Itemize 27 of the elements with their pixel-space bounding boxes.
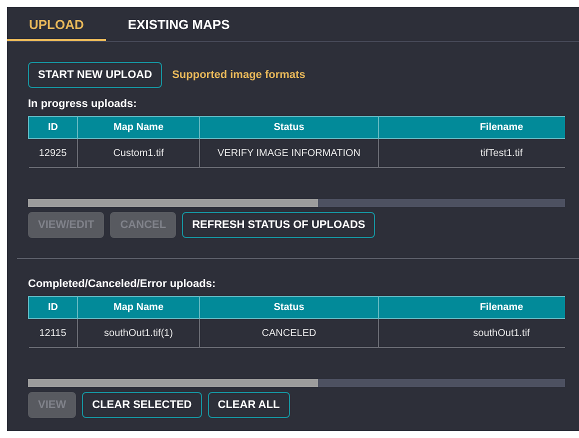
section-label: In progress uploads: xyxy=(28,98,138,110)
table-cell: southOut1.tif(1) xyxy=(78,318,200,348)
start-upload-button[interactable]: START NEW UPLOAD xyxy=(28,62,162,88)
scrollbar[interactable] xyxy=(28,199,565,207)
table-cell: CANCELED xyxy=(200,318,378,348)
column-header[interactable]: Filename xyxy=(378,296,565,318)
column-header[interactable]: Status xyxy=(200,296,378,318)
action-button[interactable]: CLEAR SELECTED xyxy=(82,392,202,418)
scrollbar[interactable] xyxy=(28,379,565,387)
formats-link[interactable]: Supported image formats xyxy=(172,69,306,81)
action-button[interactable]: CLEAR ALL xyxy=(208,392,290,418)
tab[interactable]: EXISTING MAPS xyxy=(106,7,252,41)
table-cell: 12925 xyxy=(28,138,78,168)
table-cell: 12115 xyxy=(28,318,78,348)
table-cell: VERIFY IMAGE INFORMATION xyxy=(200,138,378,168)
section-label: Completed/Canceled/Error uploads: xyxy=(28,278,217,290)
column-header[interactable]: Map Name xyxy=(78,296,200,318)
tab[interactable]: UPLOAD xyxy=(7,7,106,41)
column-header[interactable]: Map Name xyxy=(78,116,200,138)
table-cell: southOut1.tif xyxy=(378,318,565,348)
table-cell: Custom1.tif xyxy=(78,138,200,168)
column-header[interactable]: ID xyxy=(28,296,78,318)
action-button[interactable]: REFRESH STATUS OF UPLOADS xyxy=(182,212,376,238)
column-header[interactable]: ID xyxy=(28,116,78,138)
table-cell: tifTest1.tif xyxy=(378,138,565,168)
column-header[interactable]: Status xyxy=(200,116,378,138)
column-header[interactable]: Filename xyxy=(378,116,565,138)
